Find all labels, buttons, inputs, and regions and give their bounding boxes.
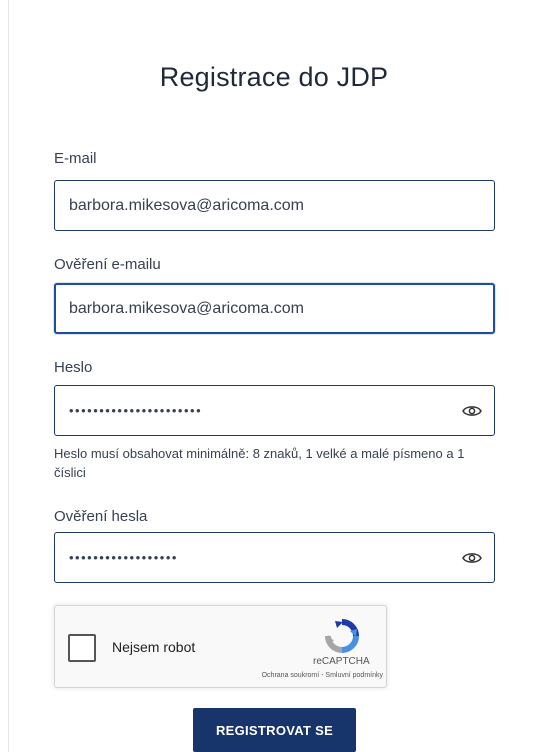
email-confirm-field-wrapper	[54, 283, 495, 334]
email-field-wrapper	[54, 180, 495, 231]
email-label: E-mail	[54, 150, 97, 167]
left-divider	[8, 0, 9, 752]
password-hint: Heslo musí obsahovat minimálně: 8 znaků,…	[54, 446, 465, 480]
email-confirm-label: Ověření e-mailu	[54, 256, 161, 273]
recaptcha-widget: Nejsem robot reCAPTCHA Ochrana soukromí …	[54, 605, 387, 688]
page-title: Registrace do JDP	[159, 62, 389, 92]
eye-icon[interactable]	[462, 551, 482, 565]
email-confirm-input[interactable]	[56, 285, 493, 332]
eye-icon[interactable]	[462, 404, 482, 418]
recaptcha-terms[interactable]: Ochrana soukromí - Smluvní podmínky	[55, 672, 383, 679]
registration-page: Registrace do JDP E-mail Ověření e-mailu…	[0, 0, 533, 752]
email-input[interactable]	[55, 181, 494, 230]
password-confirm-label: Ověření hesla	[54, 508, 148, 525]
password-label: Heslo	[54, 359, 93, 376]
recaptcha-checkbox[interactable]	[68, 634, 96, 662]
recaptcha-brand: reCAPTCHA	[313, 656, 370, 667]
recaptcha-logo-icon	[325, 619, 359, 653]
register-button[interactable]: REGISTROVAT SE	[193, 708, 356, 752]
password-field-wrapper	[54, 385, 495, 436]
recaptcha-label: Nejsem robot	[112, 639, 196, 655]
password-confirm-input[interactable]	[55, 533, 494, 582]
password-confirm-field-wrapper	[54, 532, 495, 583]
password-input[interactable]	[55, 386, 494, 435]
